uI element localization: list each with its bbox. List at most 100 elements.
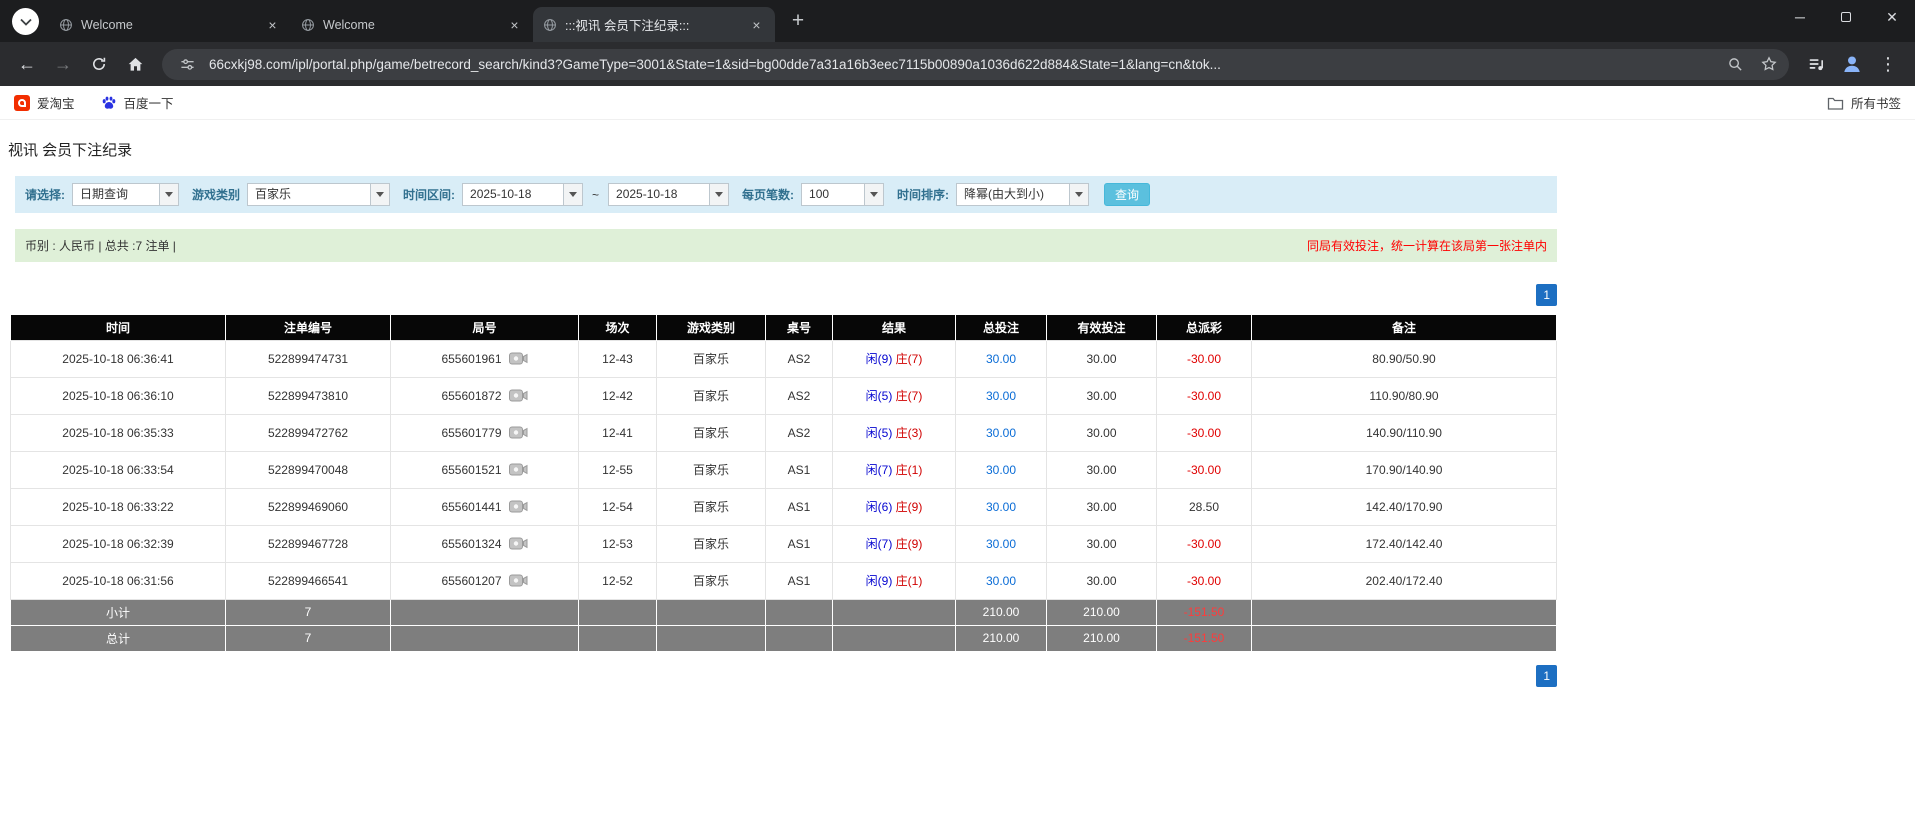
total-total-bet: 210.00 (956, 625, 1047, 651)
address-bar[interactable]: 66cxkj98.com/ipl/portal.php/game/betreco… (162, 49, 1789, 80)
chevron-down-icon[interactable] (159, 184, 178, 205)
chevron-down-icon[interactable] (709, 184, 728, 205)
combobox-value: 2025-10-18 (463, 184, 563, 205)
total-count: 7 (226, 625, 391, 651)
page-size-combobox[interactable]: 100 (801, 183, 884, 206)
site-settings-icon[interactable] (175, 52, 199, 76)
cell-round: 655601872 (441, 389, 527, 403)
cell-payout: -30.00 (1157, 525, 1252, 562)
currency-summary-text: 币别 : 人民币 | 总共 :7 注单 | (25, 237, 176, 254)
replay-video-icon[interactable] (509, 389, 528, 402)
cell-remark: 142.40/170.90 (1252, 488, 1557, 525)
cell-game-type: 百家乐 (657, 525, 766, 562)
select-mode-combobox[interactable]: 日期查询 (72, 183, 179, 206)
cell-payout: -30.00 (1157, 414, 1252, 451)
cell-payout: -30.00 (1157, 340, 1252, 377)
result-player: 闲(9) (866, 574, 893, 588)
total-bet-link[interactable]: 30.00 (986, 426, 1016, 440)
tab-bet-records[interactable]: :::视讯 会员下注纪录::: × (533, 7, 775, 42)
date-range-label: 时间区间: (403, 186, 455, 203)
cell-session: 12-55 (579, 451, 657, 488)
minimize-button[interactable]: ─ (1777, 0, 1823, 34)
result-banker: 庄(7) (896, 352, 923, 366)
home-button[interactable] (118, 47, 152, 81)
all-bookmarks-button[interactable]: 所有书签 (1827, 93, 1901, 112)
browser-toolbar: ← → 66cxkj98.com/ipl/portal.php/game/bet… (0, 42, 1915, 86)
forward-button[interactable]: → (46, 47, 80, 81)
cell-bet-id: 522899474731 (226, 340, 391, 377)
replay-video-icon[interactable] (509, 426, 528, 439)
cell-table-no: AS1 (766, 451, 833, 488)
bookmark-label: 爱淘宝 (37, 93, 75, 112)
subtotal-label: 小计 (11, 599, 226, 625)
search-button[interactable]: 查询 (1104, 183, 1150, 206)
new-tab-button[interactable]: + (783, 6, 813, 36)
tab-welcome-2[interactable]: Welcome × (291, 7, 533, 42)
chevron-down-icon[interactable] (1069, 184, 1088, 205)
date-range-separator: ~ (590, 188, 601, 202)
bookmark-baidu[interactable]: 百度一下 (101, 93, 174, 112)
page-number-button[interactable]: 1 (1536, 284, 1557, 306)
chevron-down-icon[interactable] (563, 184, 582, 205)
maximize-icon (1841, 12, 1851, 22)
bookmark-aitaobao[interactable]: 爱淘宝 (14, 93, 75, 112)
folder-icon (1827, 96, 1844, 110)
tab-search-button[interactable] (12, 8, 39, 35)
round-number: 655601441 (441, 500, 501, 514)
chevron-down-icon[interactable] (864, 184, 883, 205)
tab-welcome-1[interactable]: Welcome × (49, 7, 291, 42)
total-bet-link[interactable]: 30.00 (986, 352, 1016, 366)
close-button[interactable]: ✕ (1869, 0, 1915, 34)
url-text[interactable]: 66cxkj98.com/ipl/portal.php/game/betreco… (209, 57, 1713, 72)
header-bet-id: 注单编号 (226, 315, 391, 340)
replay-video-icon[interactable] (509, 463, 528, 476)
total-bet-link[interactable]: 30.00 (986, 389, 1016, 403)
chevron-down-icon[interactable] (370, 184, 389, 205)
globe-icon (301, 18, 315, 32)
media-control-icon[interactable] (1799, 47, 1833, 81)
replay-video-icon[interactable] (509, 537, 528, 550)
taobao-icon (14, 95, 30, 111)
total-bet-link[interactable]: 30.00 (986, 537, 1016, 551)
result-player: 闲(7) (866, 463, 893, 477)
menu-icon[interactable]: ⋮ (1871, 47, 1905, 81)
total-bet-link[interactable]: 30.00 (986, 574, 1016, 588)
replay-video-icon[interactable] (509, 352, 528, 365)
game-type-combobox[interactable]: 百家乐 (247, 183, 390, 206)
cell-table-no: AS2 (766, 340, 833, 377)
result-player: 闲(7) (866, 537, 893, 551)
bookmark-star-icon[interactable] (1757, 52, 1781, 76)
page-number-button[interactable]: 1 (1536, 665, 1557, 687)
subtotal-total-bet: 210.00 (956, 599, 1047, 625)
total-bet-link[interactable]: 30.00 (986, 500, 1016, 514)
reload-button[interactable] (82, 47, 116, 81)
date-from-combobox[interactable]: 2025-10-18 (462, 183, 583, 206)
profile-avatar[interactable] (1835, 47, 1869, 81)
tab-close-icon[interactable]: × (264, 16, 281, 33)
header-session: 场次 (579, 315, 657, 340)
cell-time: 2025-10-18 06:33:54 (11, 451, 226, 488)
summary-note-text: 同局有效投注，统一计算在该局第一张注单内 (1307, 237, 1547, 254)
replay-video-icon[interactable] (509, 500, 528, 513)
maximize-button[interactable] (1823, 0, 1869, 34)
sort-order-combobox[interactable]: 降幂(由大到小) (956, 183, 1089, 206)
table-row: 2025-10-18 06:31:56 522899466541 6556012… (11, 562, 1557, 599)
total-bet-link[interactable]: 30.00 (986, 463, 1016, 477)
table-row: 2025-10-18 06:35:33 522899472762 6556017… (11, 414, 1557, 451)
zoom-icon[interactable] (1723, 52, 1747, 76)
page-title: 视讯 会员下注纪录 (8, 139, 1915, 160)
tab-close-icon[interactable]: × (748, 16, 765, 33)
replay-video-icon[interactable] (509, 574, 528, 587)
cell-bet-id: 522899472762 (226, 414, 391, 451)
header-game-type: 游戏类别 (657, 315, 766, 340)
table-row: 2025-10-18 06:36:41 522899474731 6556019… (11, 340, 1557, 377)
combobox-value: 2025-10-18 (609, 184, 709, 205)
cell-valid-bet: 30.00 (1047, 377, 1157, 414)
cell-valid-bet: 30.00 (1047, 562, 1157, 599)
grand-total-row: 总计 7 210.00 210.00 -151.50 (11, 625, 1557, 651)
cell-time: 2025-10-18 06:36:41 (11, 340, 226, 377)
date-to-combobox[interactable]: 2025-10-18 (608, 183, 729, 206)
tab-close-icon[interactable]: × (506, 16, 523, 33)
back-button[interactable]: ← (10, 47, 44, 81)
cell-session: 12-52 (579, 562, 657, 599)
